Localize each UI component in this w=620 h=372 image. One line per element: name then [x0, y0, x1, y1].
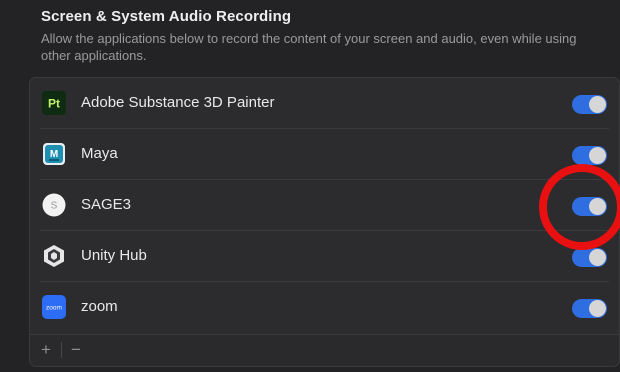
app-name: Maya [81, 145, 118, 162]
zoom-icon-text: zoom [46, 305, 62, 312]
app-name: zoom [81, 298, 118, 315]
app-row-sage3: S SAGE3 [30, 180, 619, 231]
section-title: Screen & System Audio Recording [41, 8, 292, 25]
maya-icon: M [42, 142, 66, 166]
app-name: Unity Hub [81, 247, 147, 264]
app-list-panel: Pt Adobe Substance 3D Painter M Maya S S… [29, 77, 620, 367]
toggle-knob [589, 249, 606, 266]
zoom-icon: zoom [42, 295, 66, 319]
sage3-icon-text: S [51, 201, 58, 212]
toggle-unity-hub[interactable] [572, 248, 607, 267]
substance-painter-icon: Pt [42, 91, 66, 115]
remove-app-button[interactable]: − [65, 339, 87, 361]
maya-icon-text: M [50, 149, 58, 160]
app-row-maya: M Maya [30, 129, 619, 180]
section-description: Allow the applications below to record t… [41, 31, 577, 63]
substance-painter-icon-text: Pt [48, 97, 60, 111]
toggle-knob [589, 147, 606, 164]
app-name: SAGE3 [81, 196, 132, 213]
toggle-substance-painter[interactable] [572, 95, 607, 114]
toggle-maya[interactable] [572, 146, 607, 165]
app-row-unity-hub: Unity Hub [30, 231, 619, 282]
sage3-icon: S [42, 193, 66, 217]
add-app-button[interactable]: + [35, 339, 57, 361]
app-row-substance-painter: Pt Adobe Substance 3D Painter [30, 78, 619, 129]
toggle-zoom[interactable] [572, 299, 607, 318]
app-name: Adobe Substance 3D Painter [81, 94, 275, 111]
app-row-zoom: zoom zoom [30, 282, 619, 333]
toolbar-separator [61, 342, 62, 358]
list-toolbar: + − [30, 334, 619, 366]
unity-hub-icon [42, 244, 66, 268]
privacy-settings-page: Screen & System Audio Recording Allow th… [0, 0, 620, 372]
highlight-circle-annotation [539, 164, 620, 250]
toggle-knob [589, 96, 606, 113]
toggle-knob [589, 300, 606, 317]
